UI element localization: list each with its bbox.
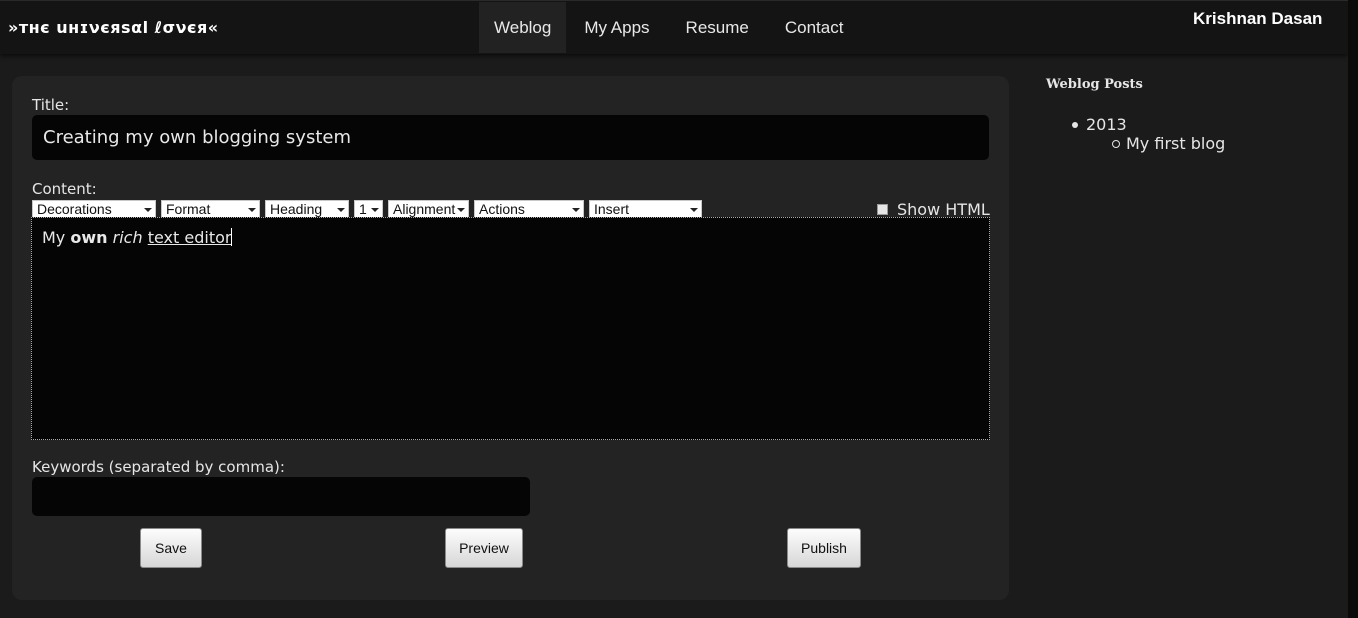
post-editor-panel: Title: Creating my own blogging system C… <box>12 76 1009 600</box>
rich-text-editor[interactable]: My own rich text editor <box>31 217 990 440</box>
size-select-label: 1 <box>359 201 367 217</box>
content-label: Content: <box>32 180 97 198</box>
top-navbar: »тнє uнɪνєяsαl ℓσνєя« Weblog My Apps Res… <box>0 0 1348 54</box>
format-select-label: Format <box>166 201 211 217</box>
text-caret <box>231 228 233 246</box>
title-label: Title: <box>32 96 70 114</box>
sidebar-title: Weblog Posts <box>1046 77 1143 92</box>
keywords-label: Keywords (separated by comma): <box>32 458 285 476</box>
title-input[interactable]: Creating my own blogging system <box>32 115 989 160</box>
editor-text-plain: My <box>42 228 66 247</box>
chevron-down-icon <box>371 208 379 212</box>
chevron-down-icon <box>690 208 698 212</box>
actions-select-label: Actions <box>479 201 525 217</box>
site-logo[interactable]: »тнє uнɪνєяsαl ℓσνєя« <box>8 18 219 37</box>
publish-button[interactable]: Publish <box>787 528 861 568</box>
archive-post-link[interactable]: My first blog <box>1070 134 1225 153</box>
alignment-select-label: Alignment <box>393 201 456 217</box>
editor-text-bold: own <box>70 228 108 247</box>
chevron-down-icon <box>248 208 256 212</box>
save-button[interactable]: Save <box>140 528 202 568</box>
chevron-down-icon <box>572 208 580 212</box>
page-scrollbar[interactable] <box>1348 0 1358 618</box>
show-html-checkbox[interactable] <box>877 204 888 215</box>
insert-select-label: Insert <box>594 201 630 217</box>
nav-contact[interactable]: Contact <box>767 2 862 53</box>
editor-text-italic: rich <box>112 228 143 247</box>
preview-button[interactable]: Preview <box>445 528 523 568</box>
chevron-down-icon <box>144 208 152 212</box>
chevron-down-icon <box>337 208 345 212</box>
weblog-posts-tree: 2013 My first blog <box>1070 115 1225 153</box>
keywords-input[interactable] <box>32 477 530 516</box>
nav-my-apps[interactable]: My Apps <box>566 2 667 53</box>
decorations-select-label: Decorations <box>37 201 112 217</box>
chevron-down-icon <box>457 208 465 212</box>
nav-weblog[interactable]: Weblog <box>479 2 567 53</box>
nav-resume[interactable]: Resume <box>668 2 767 53</box>
main-nav: Weblog My Apps Resume Contact <box>479 2 861 53</box>
heading-select-label: Heading <box>270 201 323 217</box>
archive-year[interactable]: 2013 <box>1070 115 1225 134</box>
editor-text-underline: text editor <box>147 228 232 247</box>
user-name[interactable]: Krishnan Dasan <box>1193 9 1322 29</box>
